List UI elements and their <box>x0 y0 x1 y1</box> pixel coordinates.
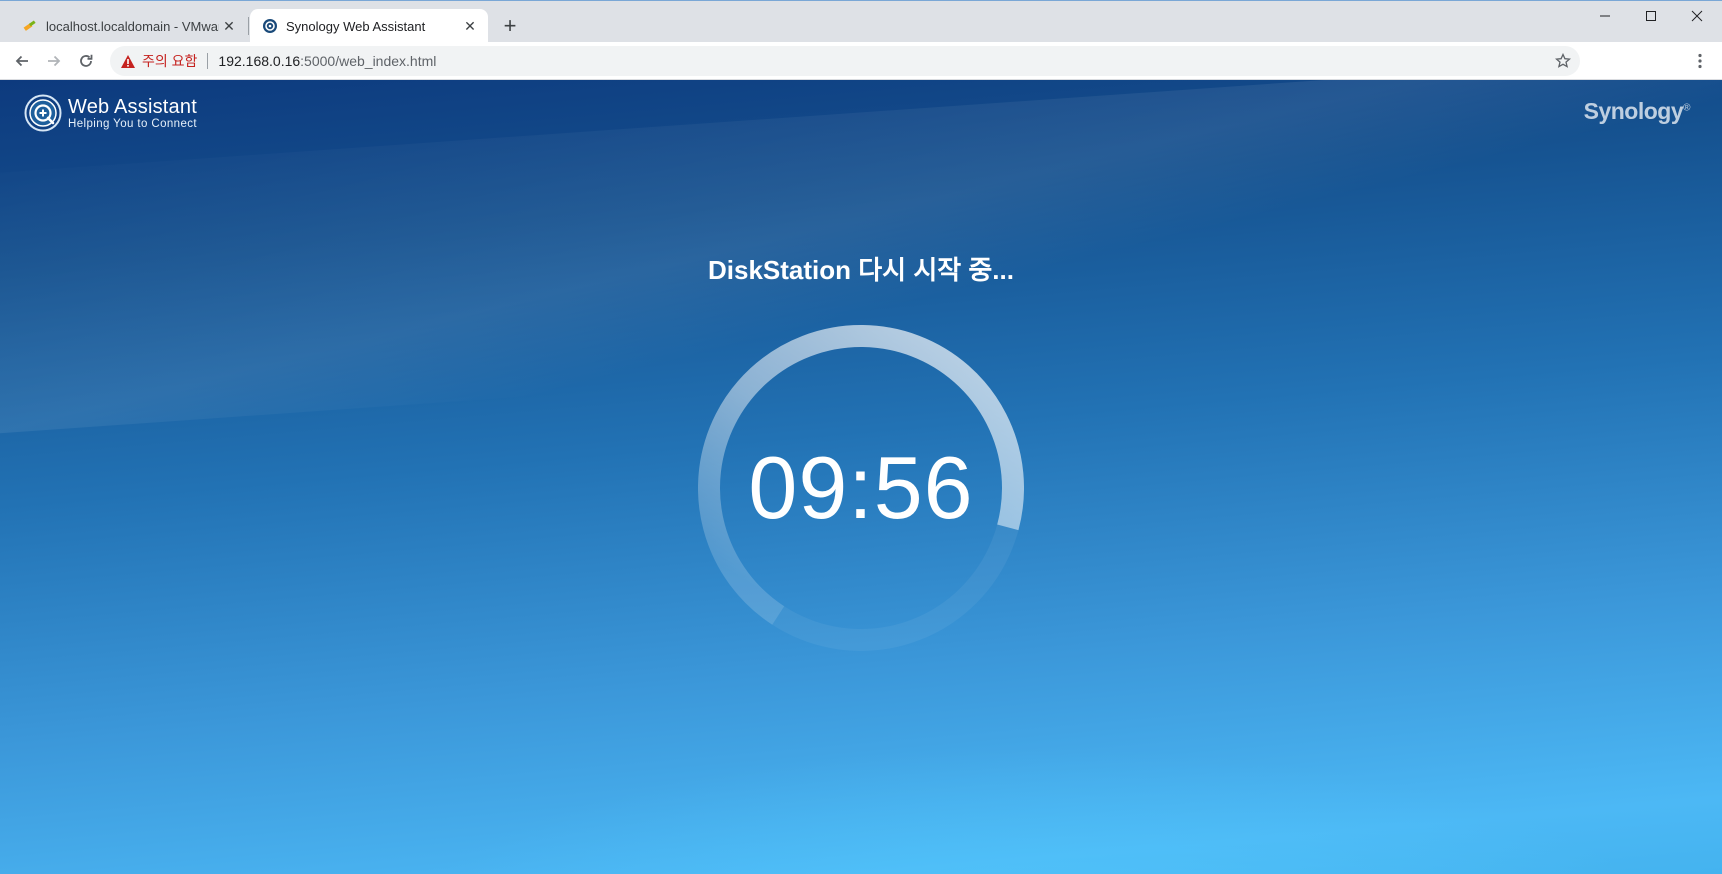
arrow-right-icon <box>48 55 61 67</box>
web-assistant-icon <box>24 94 62 132</box>
maximize-button[interactable] <box>1628 1 1674 31</box>
close-icon[interactable]: ✕ <box>460 16 480 36</box>
back-button[interactable] <box>8 47 36 75</box>
web-assistant-page: Web Assistant Helping You to Connect Syn… <box>0 80 1722 874</box>
synology-favicon-icon <box>262 18 278 34</box>
minimize-icon <box>1600 15 1610 17</box>
registered-mark: ® <box>1683 102 1690 114</box>
arrow-left-icon <box>15 55 28 67</box>
browser-toolbar: 주의 요함 192.168.0.16:5000/web_index.html <box>0 42 1722 80</box>
url-host: 192.168.0.16 <box>218 53 301 69</box>
bookmark-star-icon[interactable] <box>1554 52 1572 70</box>
vendor-name: Synology <box>1583 98 1684 124</box>
tab-synology-web-assistant[interactable]: Synology Web Assistant ✕ <box>250 9 488 43</box>
brand-subtitle: Helping You to Connect <box>68 117 198 130</box>
tab-vmware[interactable]: localhost.localdomain - VMware ✕ <box>10 9 247 43</box>
vmware-favicon-icon <box>22 18 38 34</box>
browser-menu-button[interactable] <box>1688 47 1712 75</box>
window-close-button[interactable] <box>1674 1 1720 31</box>
tab-title: Synology Web Assistant <box>286 18 426 34</box>
countdown-timer: 09:56 <box>748 438 974 537</box>
tab-title: localhost.localdomain - VMware <box>46 18 219 34</box>
tab-strip: localhost.localdomain - VMware ✕ Synolog… <box>0 0 1722 43</box>
forward-button[interactable] <box>40 47 68 75</box>
new-tab-button[interactable]: + <box>498 13 522 39</box>
more-vert-icon <box>1698 53 1702 69</box>
omnibox-divider <box>207 53 209 69</box>
reload-button[interactable] <box>72 47 100 75</box>
maximize-icon <box>1646 11 1656 21</box>
brand-title: Web Assistant <box>68 95 197 118</box>
close-icon <box>1691 10 1703 22</box>
warning-icon[interactable] <box>120 53 136 69</box>
reload-icon <box>80 54 93 67</box>
minimize-button[interactable] <box>1582 1 1628 31</box>
web-assistant-logo: Web Assistant Helping You to Connect <box>24 94 197 132</box>
address-bar[interactable]: 주의 요함 192.168.0.16:5000/web_index.html <box>110 46 1580 76</box>
tab-divider <box>248 17 249 35</box>
security-warning-label[interactable]: 주의 요함 <box>142 51 197 71</box>
url-path: :5000/web_index.html <box>300 53 437 69</box>
synology-logo: Synology® <box>1583 98 1691 125</box>
restart-status-text: DiskStation 다시 시작 중... <box>708 255 1014 285</box>
close-icon[interactable]: ✕ <box>219 16 239 36</box>
